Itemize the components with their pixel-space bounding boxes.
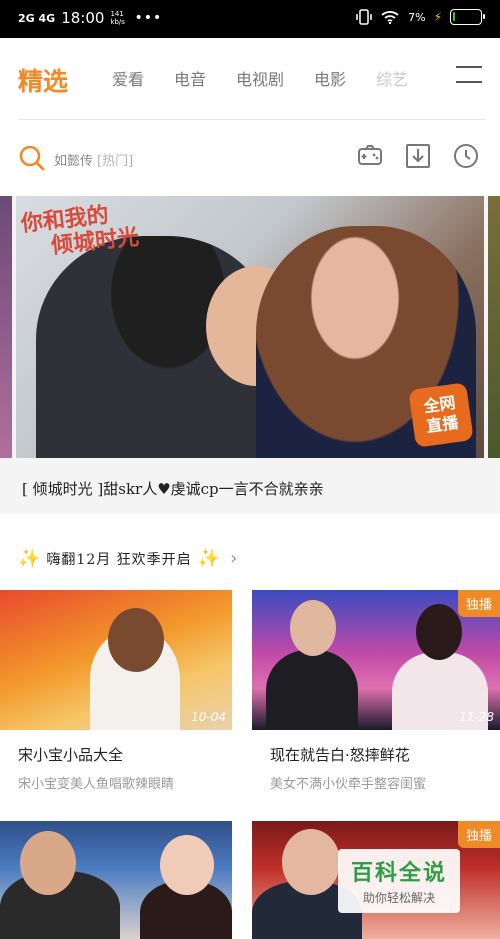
top-nav: 精选 爱看 电音 电视剧 电影 综艺 — [0, 38, 500, 120]
history-clock-icon[interactable] — [452, 142, 480, 170]
video-date: 11-28 — [459, 710, 494, 724]
search-input[interactable]: 如懿传 [热门] — [54, 150, 133, 169]
menu-icon[interactable] — [456, 64, 482, 84]
watermark-main: 百科全说 — [350, 861, 447, 886]
video-thumbnail[interactable] — [0, 821, 232, 939]
sparkle-icon: ✨ — [197, 548, 221, 569]
video-card[interactable] — [0, 821, 232, 939]
tab-variety[interactable]: 综艺 — [376, 66, 408, 90]
game-controller-icon[interactable] — [356, 142, 384, 170]
video-title: 宋小宝小品大全 — [18, 746, 124, 764]
more-notifications-icon: ••• — [134, 10, 163, 26]
vibrate-icon — [356, 9, 372, 25]
nav-tabs: 爱看 电音 电视剧 电影 综艺 — [112, 66, 408, 90]
banner-carousel-slide[interactable]: 你和我的 倾城时光 全网 直播 — [16, 196, 484, 458]
divider — [18, 119, 486, 120]
net-speed: 141 kb/s — [110, 10, 125, 26]
search-icon[interactable] — [18, 144, 46, 172]
tab-tv-series[interactable]: 电视剧 — [236, 66, 284, 90]
video-subtitle: 美女不满小伙牵手整容闺蜜 — [270, 777, 427, 792]
search-hot-tag: [热门] — [97, 154, 134, 169]
thumbnail-figure-head — [160, 835, 214, 895]
battery-icon — [450, 9, 485, 25]
video-date: 10-04 — [191, 710, 226, 724]
banner-prev-peek[interactable] — [0, 196, 12, 458]
status-bar: 2G 4G 18:00 141 kb/s ••• 7% ⚡ — [0, 0, 500, 38]
charging-icon: ⚡ — [433, 10, 442, 24]
video-title: 现在就告白·怒摔鲜花 — [270, 746, 410, 764]
banner-caption[interactable]: [ 倾城时光 ]甜skr人♥虔诚cp一言不合就亲亲 — [22, 478, 324, 499]
sparkle-icon: ✨ — [18, 548, 41, 569]
chevron-right-icon: › — [230, 548, 238, 569]
thumbnail-figure-head — [416, 604, 462, 660]
video-subtitle: 宋小宝变美人鱼唱歌辣眼睛 — [18, 777, 175, 792]
watermark-logo: 百科全说 助你轻松解决 — [338, 849, 460, 913]
watermark-sub: 助你轻松解决 — [362, 891, 435, 905]
exclusive-badge: 独播 — [457, 590, 500, 617]
tab-movies[interactable]: 电影 — [314, 66, 346, 90]
video-thumbnail[interactable]: 10-04 — [0, 590, 232, 730]
thumbnail-figure-head — [282, 829, 340, 895]
tab-featured[interactable]: 精选 — [18, 62, 68, 98]
network-indicator: 2G 4G — [18, 11, 56, 25]
thumbnail-figure — [266, 650, 358, 730]
banner-area: 你和我的 倾城时光 全网 直播 [ 倾城时光 ]甜skr人♥虔诚cp一言不合就亲… — [0, 196, 500, 514]
banner-next-peek[interactable] — [488, 196, 500, 458]
thumbnail-figure-head — [20, 831, 76, 895]
video-card[interactable]: 10-04 宋小宝小品大全 宋小宝变美人鱼唱歌辣眼睛 — [0, 590, 232, 792]
tab-electronic-music[interactable]: 电音 — [174, 66, 206, 90]
thumbnail-figure-head — [290, 600, 336, 656]
section-header[interactable]: ✨ 嗨翻12月 狂欢季开启 ✨ › — [18, 548, 237, 569]
download-icon[interactable] — [404, 142, 432, 170]
section-title: 嗨翻12月 狂欢季开启 — [46, 551, 192, 568]
live-badge: 全网 直播 — [408, 382, 474, 448]
clock: 18:00 — [61, 9, 105, 27]
battery-percent: 7% — [408, 10, 426, 24]
exclusive-badge: 独播 — [457, 821, 500, 848]
wifi-icon — [381, 11, 399, 25]
search-placeholder: 如懿传 — [54, 154, 94, 169]
thumbnail-figure-head — [108, 608, 164, 672]
tab-love-watch[interactable]: 爱看 — [112, 66, 144, 90]
video-thumbnail[interactable]: 独播 11-28 — [252, 590, 500, 730]
video-card[interactable]: 独播 11-28 现在就告白·怒摔鲜花 美女不满小伙牵手整容闺蜜 — [252, 590, 500, 792]
battery-level — [453, 12, 455, 21]
search-row: 如懿传 [热门] — [0, 128, 500, 186]
